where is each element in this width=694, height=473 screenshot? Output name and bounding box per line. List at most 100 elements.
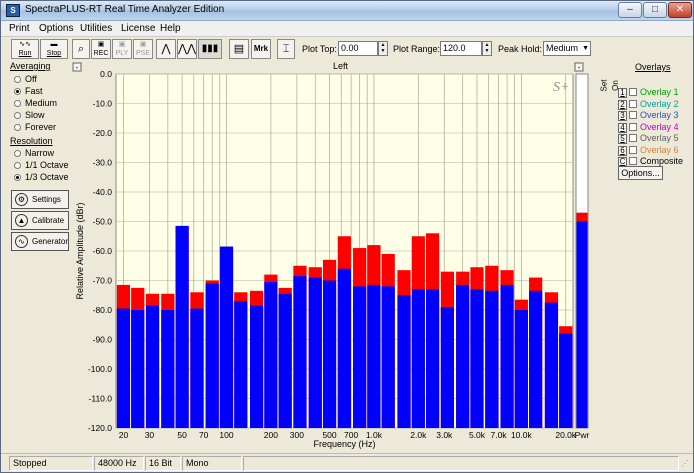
view-layout-button[interactable]: ▤ [229, 39, 249, 59]
resize-grip-icon[interactable]: ⋰ [681, 459, 689, 468]
level-bar [234, 301, 248, 428]
overlay-set-button[interactable]: 4 [618, 122, 627, 133]
radio-icon [14, 76, 21, 83]
overlay-checkbox[interactable] [629, 88, 637, 96]
spectrum-chart[interactable]: 0.00.0-10.0-10.0-20.0-20.0-30.0-30.0-40.… [71, 61, 593, 453]
menu-options[interactable]: Options [39, 23, 73, 34]
peak-hold-label: Peak Hold: [498, 44, 543, 54]
x-tick-label: 20 [119, 430, 129, 440]
time-series-icon: ⋀ [161, 43, 171, 55]
stop-label: Stop [46, 50, 62, 57]
resolution-octave-radio[interactable]: 1/1 Octave [14, 160, 69, 171]
overlay-checkbox[interactable] [629, 111, 637, 119]
overlay-checkbox[interactable] [629, 99, 637, 108]
y-tick-label: -20.0 [93, 128, 113, 138]
overlay-options-button[interactable]: Options... [618, 166, 663, 180]
calibrate-button[interactable]: ▲ Calibrate [11, 211, 69, 230]
x-tick-label: 200 [264, 430, 278, 440]
level-bar [440, 307, 454, 428]
y-tick-label: -40.0 [93, 187, 113, 197]
resolution-third-octave-radio[interactable]: 1/3 Octave [14, 172, 69, 183]
overlay-set-button[interactable]: 5 [618, 134, 627, 144]
overlay-label: Overlay 3 [640, 110, 679, 120]
overlay-label: Overlay 6 [640, 144, 679, 155]
radio-icon [14, 150, 21, 157]
time-series-button[interactable]: ⋀ [156, 39, 176, 59]
averaging-slow-radio[interactable]: Slow [14, 110, 45, 121]
level-bar [337, 268, 351, 428]
spectrum-button[interactable]: ⋀⋀ [177, 39, 197, 59]
level-bar [559, 333, 573, 428]
plot-top-input[interactable]: 0.00 [338, 41, 378, 56]
overlay-item[interactable]: 1 Overlay 1 [618, 87, 679, 98]
averaging-off-radio[interactable]: Off [14, 74, 37, 85]
overlay-label: Overlay 1 [640, 87, 679, 97]
overlay-label: Composite [640, 156, 684, 166]
overlay-checkbox[interactable] [629, 122, 637, 131]
resolution-narrow-radio[interactable]: Narrow [14, 148, 54, 159]
radio-label: Fast [25, 86, 43, 96]
menu-print[interactable]: Print [9, 23, 30, 34]
radio-label: Off [25, 74, 37, 84]
overlay-item[interactable]: 4 Overlay 4 [618, 122, 679, 133]
overlay-set-button[interactable]: 2 [618, 99, 627, 110]
stop-button[interactable]: ▬ Stop [40, 39, 68, 59]
radio-selected-icon [14, 174, 21, 181]
radio-label: Slow [25, 110, 45, 120]
menu-utilities[interactable]: Utilities [80, 23, 112, 34]
title-bar[interactable]: S SpectraPLUS-RT Real Time Analyzer Edit… [1, 1, 693, 21]
radio-icon [14, 162, 21, 169]
level-bar [514, 310, 528, 428]
octave-bars-button[interactable]: ▮▮▮ [198, 39, 222, 59]
overlays-panel: Overlays Set On 1 Overlay 1 2 Overlay 2 3 Ove… [600, 61, 692, 201]
stop-icon: ▬ [50, 41, 58, 48]
overlay-set-button[interactable]: 6 [618, 145, 627, 156]
marker-button[interactable]: Mrk [251, 39, 271, 59]
overlay-checkbox[interactable] [629, 134, 637, 142]
close-button[interactable]: ✕ [668, 2, 692, 18]
app-logo: S+ [553, 80, 569, 95]
overlay-item[interactable]: 3 Overlay 3 [618, 110, 679, 121]
overlay-checkbox[interactable] [629, 157, 637, 165]
zoom-button[interactable]: ⌕ [72, 39, 90, 59]
run-button[interactable]: ∿∿ Run [11, 39, 39, 59]
sine-wave-icon: ∿ [15, 235, 28, 248]
peak-hold-select[interactable]: Medium ▼ [543, 41, 591, 56]
y-tick-label: -110.0 [89, 394, 113, 404]
plot-top-spinner[interactable]: ▲ ▼ [378, 41, 388, 56]
overlay-item[interactable]: 5 Overlay 5 [618, 133, 679, 144]
overlay-set-button[interactable]: 1 [618, 88, 627, 98]
overlay-item[interactable]: 2 Overlay 2 [618, 99, 679, 110]
radio-icon [14, 100, 21, 107]
overlay-set-button[interactable]: 3 [618, 111, 627, 121]
level-bar [264, 281, 278, 428]
play-button[interactable]: ▣ PLY [112, 39, 132, 59]
generator-button[interactable]: ∿ Generator [11, 232, 69, 251]
y-tick-label: -90.0 [93, 335, 113, 345]
record-button[interactable]: ▣ REC [91, 39, 111, 59]
overlay-checkbox[interactable] [629, 145, 637, 154]
plot-range-spinner[interactable]: ▲ ▼ [482, 41, 492, 56]
x-tick-label: 70 [199, 430, 209, 440]
peak-hold-value: Medium [546, 43, 579, 53]
plot-range-input[interactable]: 120.0 [440, 41, 482, 56]
waveform-icon: ∿∿ [19, 41, 31, 48]
app-icon: S [6, 4, 20, 17]
gear-icon: ⚙ [15, 193, 28, 206]
menu-help[interactable]: Help [160, 23, 181, 34]
calibrate-label: Calibrate [32, 216, 65, 225]
minimize-button[interactable]: – [618, 2, 642, 18]
averaging-medium-radio[interactable]: Medium [14, 98, 57, 109]
level-bar [250, 305, 264, 428]
overlay-item[interactable]: 6 Overlay 6 [618, 145, 679, 156]
averaging-forever-radio[interactable]: Forever [14, 122, 56, 133]
x-tick-label: 30 [145, 430, 155, 440]
cursor-button[interactable]: ⌶ [277, 39, 295, 59]
averaging-fast-radio[interactable]: Fast [14, 86, 43, 97]
pause-button[interactable]: ▣ PSE [133, 39, 153, 59]
level-bar [145, 305, 160, 428]
menu-license[interactable]: License [121, 23, 155, 34]
pwr-label: Pwr [575, 430, 590, 440]
maximize-button[interactable]: □ [643, 2, 667, 18]
settings-button[interactable]: ⚙ Settings [11, 190, 69, 209]
